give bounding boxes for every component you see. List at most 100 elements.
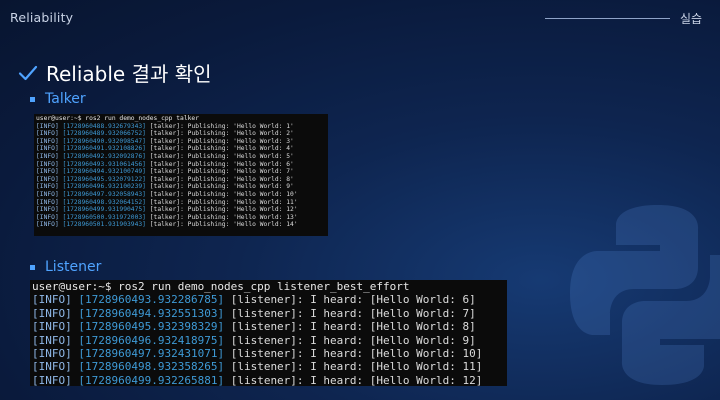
talker-log-msg: Publishing: 'Hello World: 5' [187, 152, 294, 160]
talker-log-node: [talker]: [149, 198, 184, 206]
talker-log-msg: Publishing: 'Hello World: 2' [187, 130, 294, 138]
talker-log-line: [INFO] [1728960491.932108826] [talker]: … [36, 145, 326, 153]
listener-log-level: [INFO] [32, 333, 72, 347]
talker-log-msg: Publishing: 'Hello World: 1' [187, 122, 294, 130]
talker-log-msg: Publishing: 'Hello World: 7' [187, 168, 294, 176]
listener-log-ts: [1728960496.932418975] [78, 333, 225, 347]
talker-log-ts: [1728960501.931903943] [62, 221, 146, 229]
listener-log-ts: [1728960498.932358265] [78, 360, 225, 374]
talker-log-node: [talker]: [149, 137, 184, 145]
talker-log-node: [talker]: [149, 145, 184, 153]
listener-log-node: [listener]: [230, 347, 304, 361]
listener-log-node: [listener]: [230, 306, 304, 320]
talker-log-node: [talker]: [149, 130, 184, 138]
talker-log-msg: Publishing: 'Hello World: 12' [187, 206, 298, 214]
talker-log-ts: [1728960497.932058943] [62, 190, 146, 198]
listener-log-line: [INFO] [1728960494.932551303] [listener]… [32, 307, 505, 320]
listener-log-ts: [1728960497.932431071] [78, 347, 225, 361]
talker-log-msg: Publishing: 'Hello World: 11' [187, 198, 298, 206]
listener-log-msg: I heard: [Hello World: 10] [310, 347, 483, 361]
listener-log-line: [INFO] [1728960496.932418975] [listener]… [32, 334, 505, 347]
check-icon [18, 65, 38, 80]
talker-log-msg: Publishing: 'Hello World: 10' [187, 190, 298, 198]
listener-log-msg: I heard: [Hello World: 8] [310, 320, 476, 334]
talker-terminal: user@user:~$ ros2 run demo_nodes_cpp tal… [34, 114, 328, 236]
listener-log-level: [INFO] [32, 347, 72, 361]
listener-log-ts: [1728960499.932265881] [78, 373, 225, 386]
talker-log-msg: Publishing: 'Hello World: 14' [187, 221, 298, 229]
listener-log-msg: I heard: [Hello World: 7] [310, 306, 476, 320]
listener-log-line: [INFO] [1728960498.932358265] [listener]… [32, 360, 505, 373]
listener-log-level: [INFO] [32, 360, 72, 374]
talker-log-node: [talker]: [149, 175, 184, 183]
listener-log-ts: [1728960495.932398329] [78, 320, 225, 334]
listener-log-msg: I heard: [Hello World: 6] [310, 293, 476, 307]
talker-log-node: [talker]: [149, 122, 184, 130]
talker-log-node: [talker]: [149, 206, 184, 214]
bullet-square-icon [30, 96, 35, 102]
bullet-square-icon [30, 264, 35, 270]
talker-log-line: [INFO] [1728960489.932066752] [talker]: … [36, 130, 326, 138]
talker-log-node: [talker]: [149, 213, 184, 221]
talker-log-level: [INFO] [36, 221, 59, 229]
listener-terminal: user@user:~$ ros2 run demo_nodes_cpp lis… [30, 280, 507, 386]
talker-log-line: [INFO] [1728960499.931990475] [talker]: … [36, 206, 326, 214]
listener-log-line: [INFO] [1728960497.932431071] [listener]… [32, 347, 505, 360]
talker-log-ts: [1728960498.932064152] [62, 198, 146, 206]
talker-log-level: [INFO] [36, 183, 59, 191]
talker-log-line: [INFO] [1728960494.932100749] [talker]: … [36, 168, 326, 176]
listener-log-node: [listener]: [230, 320, 304, 334]
talker-log-msg: Publishing: 'Hello World: 9' [187, 183, 294, 191]
listener-log-msg: I heard: [Hello World: 12] [310, 373, 483, 386]
listener-label: Listener [45, 259, 102, 275]
talker-log-line: [INFO] [1728960500.931972003] [talker]: … [36, 214, 326, 222]
talker-log-msg: Publishing: 'Hello World: 6' [187, 160, 294, 168]
talker-log-level: [INFO] [36, 190, 59, 198]
listener-log-line: [INFO] [1728960495.932398329] [listener]… [32, 320, 505, 333]
talker-log-level: [INFO] [36, 198, 59, 206]
listener-log-level: [INFO] [32, 373, 72, 386]
talker-log-msg: Publishing: 'Hello World: 13' [187, 213, 298, 221]
talker-log-msg: Publishing: 'Hello World: 8' [187, 175, 294, 183]
talker-log-level: [INFO] [36, 152, 59, 160]
slide-title: Reliable 결과 확인 [18, 58, 212, 87]
talker-heading: Talker [30, 91, 86, 107]
header-divider [545, 18, 670, 19]
talker-log-ts: [1728960495.932079122] [62, 175, 146, 183]
talker-log-line: [INFO] [1728960495.932079122] [talker]: … [36, 176, 326, 184]
header-left-title: Reliability [10, 10, 74, 25]
talker-prompt: user@user:~$ ros2 run demo_nodes_cpp tal… [36, 115, 200, 122]
listener-heading: Listener [30, 259, 101, 275]
talker-log-level: [INFO] [36, 160, 59, 168]
listener-log-level: [INFO] [32, 320, 72, 334]
talker-log-msg: Publishing: 'Hello World: 4' [187, 145, 294, 153]
talker-log-level: [INFO] [36, 175, 59, 183]
header-right-title: 실습 [680, 12, 703, 26]
talker-log-level: [INFO] [36, 168, 59, 176]
talker-log-node: [talker]: [149, 160, 184, 168]
talker-log-level: [INFO] [36, 213, 59, 221]
listener-log-node: [listener]: [230, 360, 304, 374]
talker-log-node: [talker]: [149, 152, 184, 160]
listener-log-node: [listener]: [230, 293, 304, 307]
talker-log-ts: [1728960500.931972003] [62, 213, 146, 221]
talker-log-level: [INFO] [36, 145, 59, 153]
listener-log-msg: I heard: [Hello World: 11] [310, 360, 483, 374]
talker-log-line: [INFO] [1728960492.932092876] [talker]: … [36, 153, 326, 161]
listener-log-line: [INFO] [1728960499.932265881] [listener]… [32, 374, 505, 386]
talker-log-ts: [1728960494.932100749] [62, 168, 146, 176]
listener-log-ts: [1728960494.932551303] [78, 306, 225, 320]
talker-log-node: [talker]: [149, 190, 184, 198]
talker-log-ts: [1728960491.932108826] [62, 145, 146, 153]
talker-log-ts: [1728960499.931990475] [62, 206, 146, 214]
talker-log-ts: [1728960493.931061456] [62, 160, 146, 168]
talker-log-ts: [1728960489.932066752] [62, 130, 146, 138]
talker-log-line: [INFO] [1728960493.931061456] [talker]: … [36, 161, 326, 169]
talker-log-ts: [1728960488.932679343] [62, 122, 146, 130]
talker-log-ts: [1728960490.932098547] [62, 137, 146, 145]
talker-log-level: [INFO] [36, 137, 59, 145]
python-logo-watermark [570, 205, 720, 385]
listener-log-node: [listener]: [230, 373, 304, 386]
listener-log-node: [listener]: [230, 333, 304, 347]
talker-log-line: [INFO] [1728960488.932679343] [talker]: … [36, 123, 326, 131]
